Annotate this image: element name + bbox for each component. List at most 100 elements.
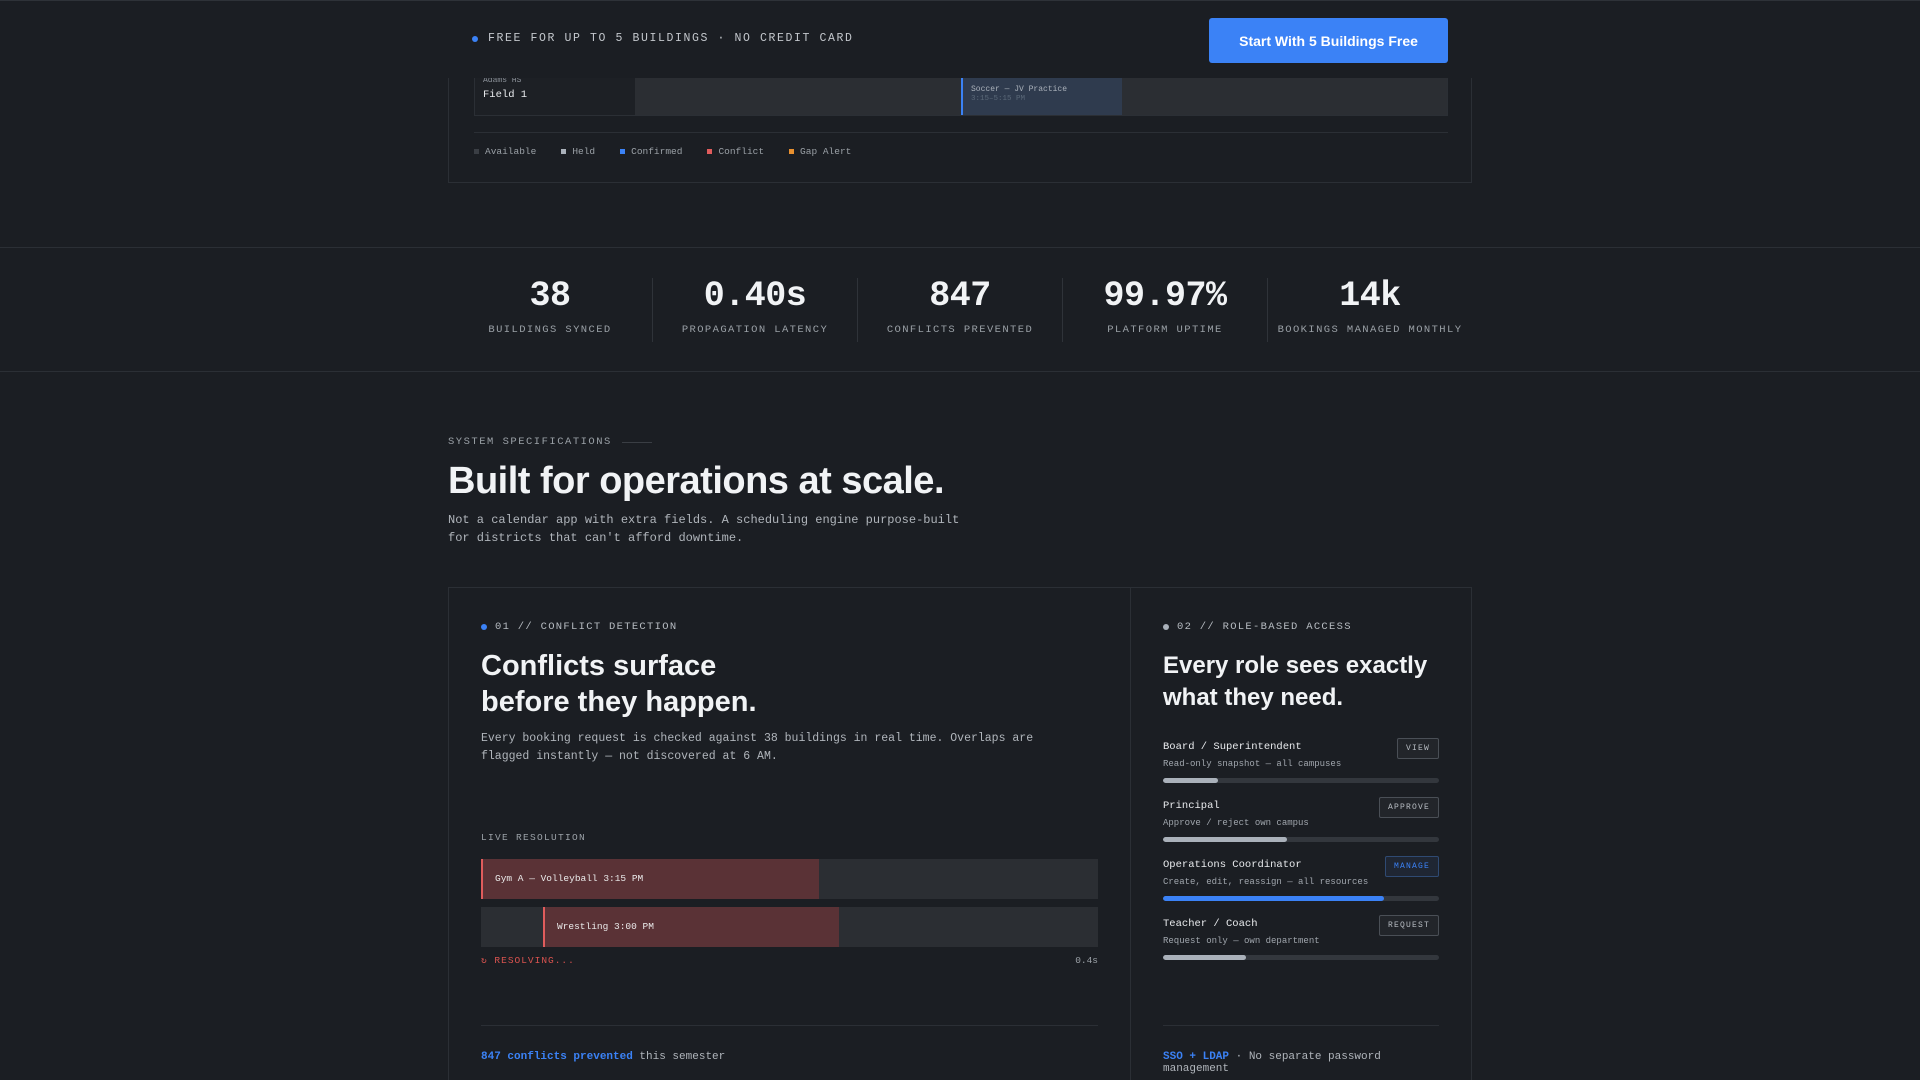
stats-band: 38 BUILDINGS SYNCED 0.40s PROPAGATION LATEN… <box>0 247 1920 372</box>
start-free-button[interactable]: Start With 5 Buildings Free <box>1209 18 1448 63</box>
conflict-title-line-2: before they happen. <box>481 686 757 718</box>
stat-value: 847 <box>929 276 991 316</box>
conflict-description: Every booking request is checked against… <box>481 732 1034 763</box>
access-level-track <box>1163 955 1439 960</box>
role-name: Operations Coordinator <box>1163 859 1302 871</box>
stat-label: BOOKINGS MANAGED MONTHLY <box>1277 324 1463 336</box>
role-item: Operations Coordinator Create, edit, reas… <box>1163 856 1439 919</box>
schedule-track[interactable]: Soccer — JV Practice 3:15–5:15 PM <box>635 78 1447 115</box>
feature-tag-text: 02 // ROLE-BASED ACCESS <box>1177 621 1352 633</box>
conflict-fill-2: Wrestling 3:00 PM <box>543 907 839 947</box>
section-kicker: SYSTEM SPECIFICATIONS <box>448 436 652 448</box>
legend-label: Held <box>572 146 596 157</box>
live-resolution-label: LIVE RESOLUTION <box>481 832 587 843</box>
access-level-fill <box>1163 778 1219 783</box>
resolving-status: ↻ RESOLVING... <box>481 955 575 966</box>
conflict-fill-1: Gym A — Volleyball 3:15 PM <box>481 859 819 899</box>
legend-item: Held <box>561 146 595 157</box>
legend-swatch-icon <box>474 149 479 154</box>
role-permission-badge[interactable]: MANAGE <box>1384 856 1439 877</box>
stat-label: BUILDINGS SYNCED <box>488 324 612 336</box>
booking-title: Soccer — JV Practice <box>971 85 1068 94</box>
conflict-bar-1-label: Gym A — Volleyball 3:15 PM <box>495 873 644 884</box>
status-dot-icon <box>472 35 478 42</box>
conflict-detection-card: 01 // CONFLICT DETECTION Conflicts surfa… <box>449 588 1131 1080</box>
stat-label: PROPAGATION LATENCY <box>681 324 829 336</box>
stat-value: 38 <box>529 276 571 316</box>
stat-label: PLATFORM UPTIME <box>1107 324 1223 336</box>
legend-label: Available <box>485 146 537 157</box>
stat-item: 847 CONFLICTS PREVENTED <box>858 278 1063 342</box>
roles-title-line-1: Every role sees exactly <box>1163 652 1428 679</box>
roles-title: Every role sees exactly what they need. <box>1163 650 1427 714</box>
access-level-fill <box>1163 896 1384 901</box>
conflict-footer: 847 conflicts prevented this semester <box>481 1025 1098 1063</box>
booking-time: 3:15–5:15 PM <box>971 95 1026 103</box>
role-permission-badge[interactable]: VIEW <box>1396 738 1439 759</box>
access-level-fill <box>1163 837 1288 842</box>
legend-swatch-icon <box>561 149 567 154</box>
stats-row: 38 BUILDINGS SYNCED 0.40s PROPAGATION LATEN… <box>448 278 1472 342</box>
legend-item: Gap Alert <box>789 146 851 157</box>
legend-item: Available <box>474 146 536 157</box>
stat-label: CONFLICTS PREVENTED <box>886 324 1034 336</box>
kicker-rule <box>621 441 652 443</box>
role-item: Principal Approve / reject own campus APPR… <box>1163 797 1439 860</box>
section-title: Built for operations at scale. <box>448 460 945 502</box>
section-kicker-text: SYSTEM SPECIFICATIONS <box>448 436 612 448</box>
role-description: Create, edit, reassign — all resources <box>1163 877 1369 887</box>
conflict-bar-2: Wrestling 3:00 PM <box>481 907 1098 947</box>
conflict-footer-text: this semester <box>632 1051 726 1063</box>
legend-label: Confirmed <box>631 146 683 157</box>
stat-item: 38 BUILDINGS SYNCED <box>448 278 653 342</box>
stat-item: 14k BOOKINGS MANAGED MONTHLY <box>1268 278 1472 342</box>
role-permission-badge[interactable]: REQUEST <box>1378 915 1439 936</box>
role-permission-badge[interactable]: APPROVE <box>1378 797 1439 818</box>
role-access-card: 02 // ROLE-BASED ACCESS Every role sees … <box>1131 588 1471 1080</box>
stat-value: 0.40s <box>703 276 807 316</box>
feature-tag: 01 // CONFLICT DETECTION <box>481 621 677 633</box>
sso-ldap-link[interactable]: SSO + LDAP <box>1163 1051 1229 1063</box>
conflicts-prevented-link[interactable]: 847 conflicts prevented <box>481 1051 633 1063</box>
role-name: Teacher / Coach <box>1163 918 1258 930</box>
role-description: Approve / reject own campus <box>1163 818 1309 828</box>
legend-swatch-icon <box>620 149 626 154</box>
access-level-track <box>1163 896 1439 901</box>
role-item: Teacher / Coach Request only — own depart… <box>1163 915 1439 978</box>
booking-block[interactable]: Soccer — JV Practice 3:15–5:15 PM <box>961 78 1122 115</box>
role-item: Board / Superintendent Read-only snapshot… <box>1163 738 1439 801</box>
conflict-title: Conflicts surface before they happen. <box>481 648 757 720</box>
conflict-title-line-1: Conflicts surface <box>481 650 717 682</box>
legend-label: Conflict <box>718 146 765 157</box>
free-tier-notice: FREE FOR UP TO 5 BUILDINGS · NO CREDIT C… <box>472 32 854 45</box>
field-name: Field 1 <box>483 89 528 101</box>
role-description: Read-only snapshot — all campuses <box>1163 759 1342 769</box>
access-level-track <box>1163 837 1439 842</box>
role-description: Request only — own department <box>1163 936 1320 946</box>
schedule-legend: Available Held Confirmed Conflict Gap Alert <box>474 132 1448 157</box>
feature-tag: 02 // ROLE-BASED ACCESS <box>1163 621 1352 633</box>
role-name: Principal <box>1163 800 1220 812</box>
access-level-track <box>1163 778 1439 783</box>
legend-label: Gap Alert <box>800 146 852 157</box>
conflict-bar-2-label: Wrestling 3:00 PM <box>557 921 654 932</box>
stat-value: 99.97% <box>1103 276 1227 316</box>
resource-label: Adams HS Field 1 <box>475 76 635 115</box>
legend-item: Conflict <box>707 146 764 157</box>
legend-swatch-icon <box>789 149 795 154</box>
legend-item: Confirmed <box>620 146 682 157</box>
feature-dot-icon <box>481 624 487 630</box>
free-tier-text: FREE FOR UP TO 5 BUILDINGS · NO CREDIT C… <box>488 32 854 45</box>
resolution-latency: 0.4s <box>1075 955 1098 966</box>
feature-dot-icon <box>1163 624 1169 630</box>
schedule-row: Adams HS Field 1 Soccer — JV Practice 3:… <box>474 76 1448 116</box>
top-banner: FREE FOR UP TO 5 BUILDINGS · NO CREDIT C… <box>0 0 1920 78</box>
feature-grid: 01 // CONFLICT DETECTION Conflicts surfa… <box>448 587 1472 1080</box>
roles-footer: SSO + LDAP · No separate password manage… <box>1163 1025 1439 1075</box>
feature-tag-text: 01 // CONFLICT DETECTION <box>495 621 678 633</box>
conflict-bar-1: Gym A — Volleyball 3:15 PM <box>481 859 1098 899</box>
access-level-fill <box>1163 955 1246 960</box>
legend-swatch-icon <box>707 149 713 154</box>
stat-item: 99.97% PLATFORM UPTIME <box>1063 278 1268 342</box>
roles-title-line-2: what they need. <box>1163 684 1344 711</box>
